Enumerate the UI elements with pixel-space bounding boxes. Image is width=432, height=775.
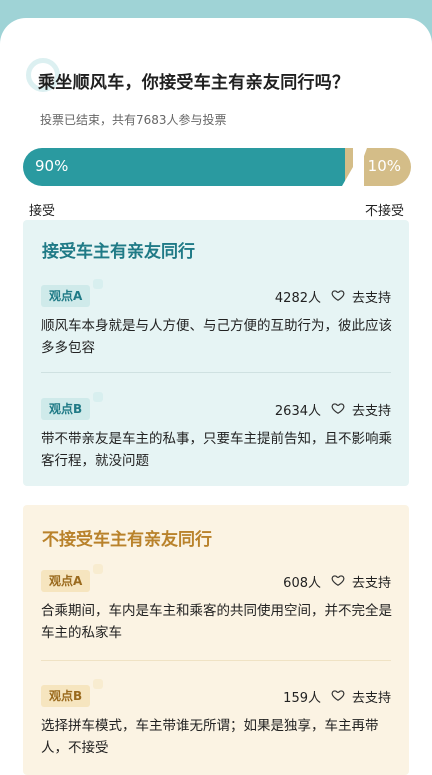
tag-decoration (93, 279, 103, 289)
opinion-item: 观点A 608人 去支持 合乘期间，车内是车主和乘客的共同使用空间，并不完全是车… (23, 564, 409, 660)
support-count: 608人 (283, 576, 321, 591)
heart-icon[interactable] (331, 401, 345, 415)
opinion-tag: 观点B (41, 398, 91, 420)
accept-section: 接受车主有亲友同行 观点A 4282人 去支持 顺风车本身就是与人方便、与己方便… (23, 220, 409, 486)
accept-label: 接受 (29, 204, 56, 219)
reject-percent: 10% (367, 157, 401, 175)
poll-status: 投票已结束，共有7683人参与投票 (40, 113, 227, 127)
support-button[interactable]: 去支持 (352, 287, 391, 306)
support-count: 2634人 (274, 404, 321, 419)
heart-icon[interactable] (331, 688, 345, 702)
reject-label: 不接受 (364, 204, 404, 219)
opinion-tag: 观点B (41, 685, 91, 707)
opinion-tag: 观点A (41, 570, 91, 592)
tag-decoration (93, 392, 103, 402)
heart-icon[interactable] (331, 288, 345, 302)
opinion-item: 观点B 159人 去支持 选择拼车模式，车主带谁无所谓；如果是独享，车主再带人，… (23, 679, 409, 775)
opinion-tag: 观点A (41, 285, 91, 307)
accept-percent: 90% (35, 157, 69, 175)
opinion-text: 顺风车本身就是与人方便、与己方便的互助行为，彼此应该多多包容 (41, 318, 392, 356)
support-count: 159人 (283, 691, 321, 706)
tag-decoration (93, 564, 103, 574)
support-count: 4282人 (274, 291, 321, 306)
opinion-text: 选择拼车模式，车主带谁无所谓；如果是独享，车主再带人，不接受 (41, 718, 379, 756)
result-bar: 90% 10% (23, 148, 411, 186)
accept-section-title: 接受车主有亲友同行 (42, 242, 195, 262)
reject-section-title: 不接受车主有亲友同行 (42, 530, 212, 550)
divider (41, 660, 391, 661)
bar-separator-lower (353, 148, 367, 186)
opinion-item: 观点A 4282人 去支持 顺风车本身就是与人方便、与己方便的互助行为，彼此应该… (23, 279, 409, 375)
support-button[interactable]: 去支持 (352, 400, 391, 419)
opinion-item: 观点B 2634人 去支持 带不带亲友是车主的私事，只要车主提前告知，且不影响乘… (23, 392, 409, 488)
divider (41, 372, 391, 373)
reject-section: 不接受车主有亲友同行 观点A 608人 去支持 合乘期间，车内是车主和乘客的共同… (23, 505, 409, 775)
tag-decoration (93, 679, 103, 689)
support-button[interactable]: 去支持 (352, 572, 391, 591)
opinion-text: 合乘期间，车内是车主和乘客的共同使用空间，并不完全是车主的私家车 (41, 603, 392, 641)
support-button[interactable]: 去支持 (352, 687, 391, 706)
accept-bar-fill (23, 148, 358, 186)
poll-question: 乘坐顺风车，你接受车主有亲友同行吗？ (38, 73, 350, 93)
heart-icon[interactable] (331, 573, 345, 587)
opinion-text: 带不带亲友是车主的私事，只要车主提前告知，且不影响乘客行程，就没问题 (41, 431, 392, 469)
